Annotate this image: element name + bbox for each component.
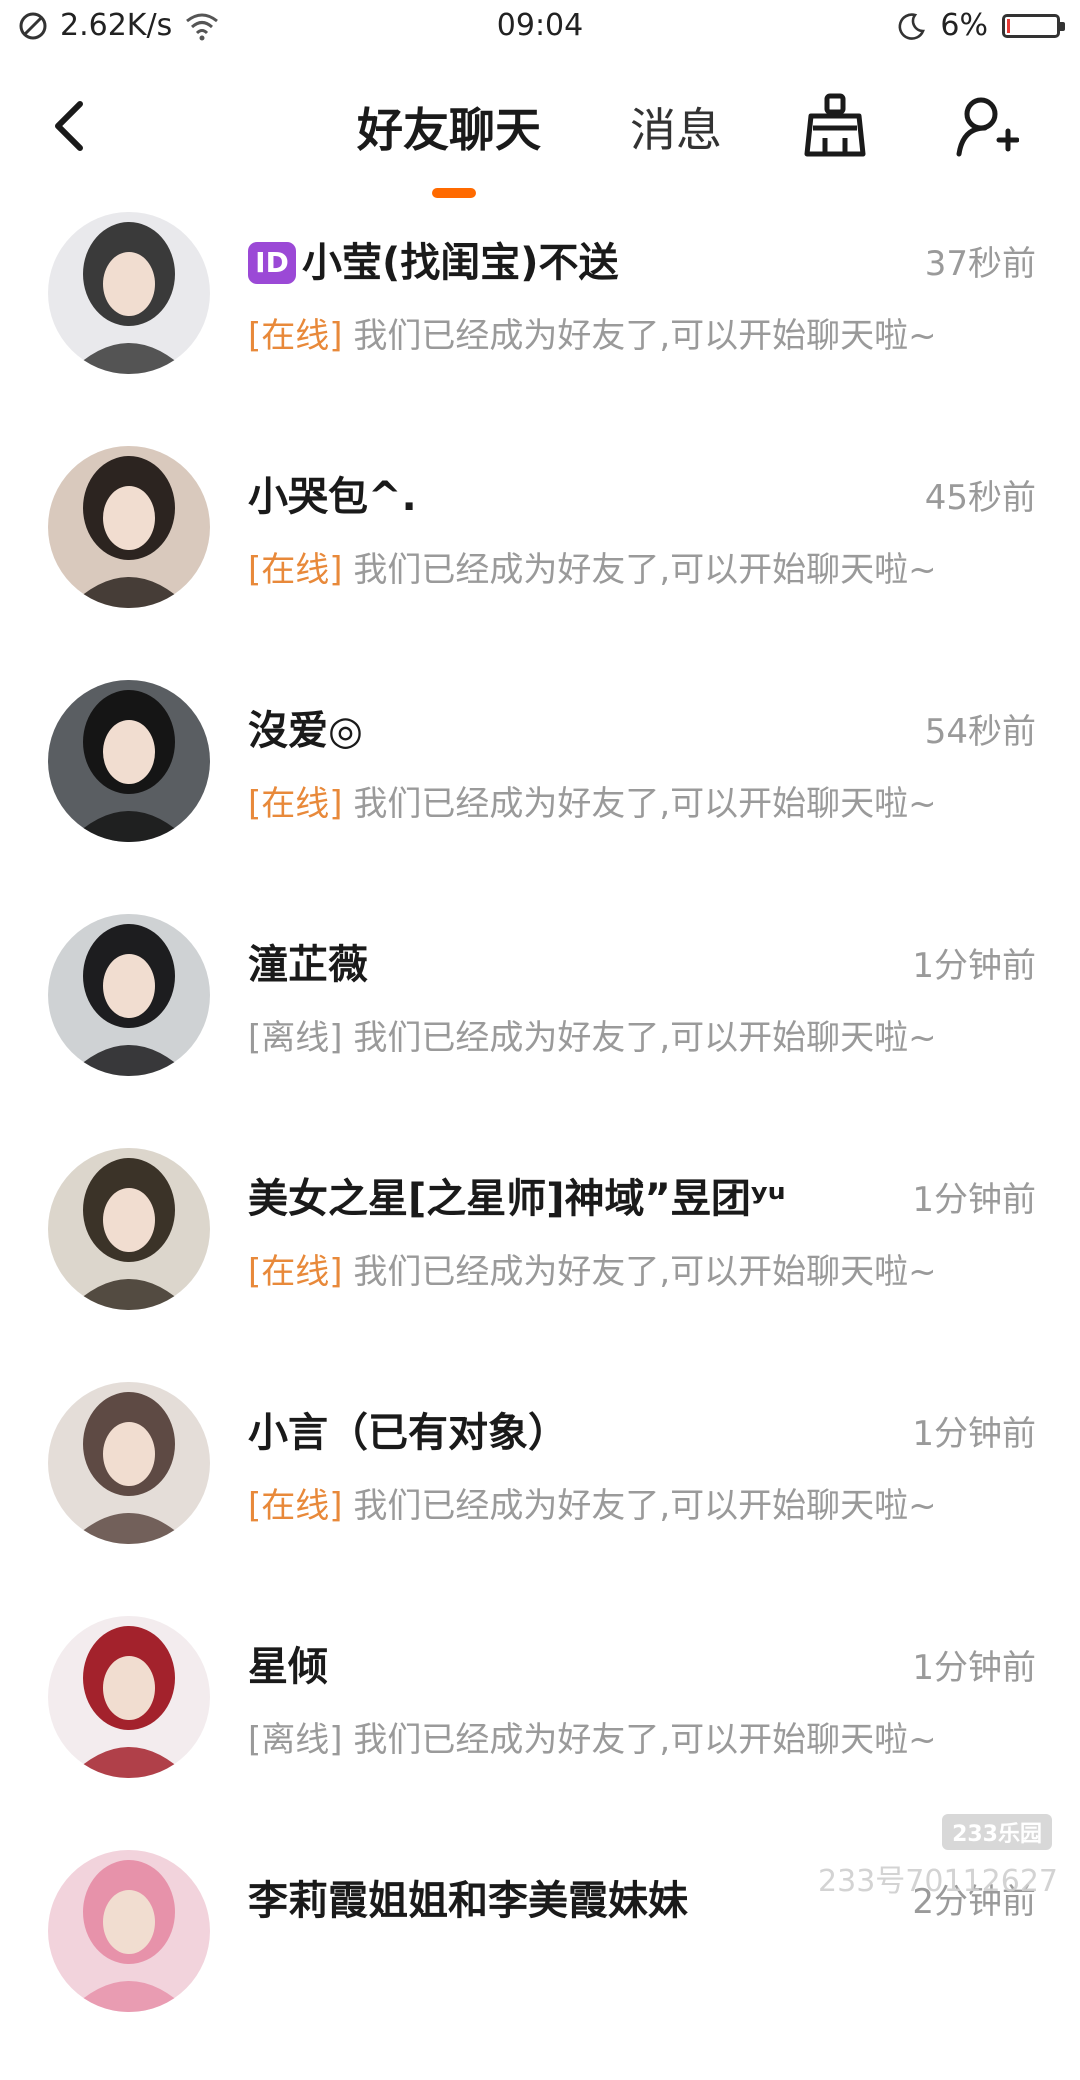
message-text: 我们已经成为好友了,可以开始聊天啦~ xyxy=(353,550,937,590)
last-message-time: 45秒前 xyxy=(924,478,1036,518)
chat-list-item[interactable]: ID 小莹(找闺宝)不送 37秒前 [在线] 我们已经成为好友了,可以开始聊天啦~ xyxy=(0,208,1080,442)
online-status: [在线] xyxy=(248,316,343,356)
message-text: 我们已经成为好友了,可以开始聊天啦~ xyxy=(353,1252,937,1292)
online-status: [在线] xyxy=(248,550,343,590)
avatar[interactable] xyxy=(48,680,210,842)
message-preview: [在线] 我们已经成为好友了,可以开始聊天啦~ xyxy=(248,542,937,591)
add-user-icon xyxy=(956,97,1020,157)
chat-list-item[interactable]: 星倾 1分钟前 [离线] 我们已经成为好友了,可以开始聊天啦~ xyxy=(0,1612,1080,1846)
avatar[interactable] xyxy=(48,1616,210,1778)
avatar[interactable] xyxy=(48,1148,210,1310)
back-button[interactable] xyxy=(46,96,92,156)
nav-bar: 好友聊天 消息 xyxy=(0,58,1080,208)
avatar[interactable] xyxy=(48,212,210,374)
contact-name-text: 李莉霞姐姐和李美霞妹妹 xyxy=(248,1878,688,1924)
contact-name: 小言（已有对象） xyxy=(248,1400,568,1458)
tab-messages[interactable]: 消息 xyxy=(630,100,722,160)
battery-icon xyxy=(1002,13,1065,38)
contact-name-text: 星倾 xyxy=(248,1644,328,1690)
message-preview: [在线] 我们已经成为好友了,可以开始聊天啦~ xyxy=(248,308,937,357)
last-message-time: 54秒前 xyxy=(924,712,1036,752)
chat-list: ID 小莹(找闺宝)不送 37秒前 [在线] 我们已经成为好友了,可以开始聊天啦~ 小哭… xyxy=(0,208,1080,2080)
last-message-time: 1分钟前 xyxy=(912,1648,1036,1688)
status-bar: 2.62K/s 09:04 6% xyxy=(0,0,1080,58)
contact-name: 李莉霞姐姐和李美霞妹妹 xyxy=(248,1868,688,1926)
contact-name: 星倾 xyxy=(248,1634,328,1692)
avatar[interactable] xyxy=(48,446,210,608)
last-message-time: 1分钟前 xyxy=(912,1414,1036,1454)
clean-button[interactable] xyxy=(803,92,867,160)
last-message-time: 1分钟前 xyxy=(912,1180,1036,1220)
message-preview: [在线] 我们已经成为好友了,可以开始聊天啦~ xyxy=(248,1244,937,1293)
battery-level xyxy=(1007,18,1010,33)
add-friend-button[interactable] xyxy=(955,94,1020,158)
last-message-time: 37秒前 xyxy=(924,244,1036,284)
contact-name: 沒爱◎ xyxy=(248,698,363,756)
online-status: [在线] xyxy=(248,784,343,824)
chat-list-item[interactable]: 小言（已有对象） 1分钟前 [在线] 我们已经成为好友了,可以开始聊天啦~ xyxy=(0,1378,1080,1612)
message-preview: [在线] 我们已经成为好友了,可以开始聊天啦~ xyxy=(248,776,937,825)
contact-name-text: 美女之星[之星师]神域”昱团ʸᵘ xyxy=(248,1176,786,1222)
message-text: 我们已经成为好友了,可以开始聊天啦~ xyxy=(353,784,937,824)
chat-list-item[interactable]: 小哭包^. 45秒前 [在线] 我们已经成为好友了,可以开始聊天啦~ xyxy=(0,442,1080,676)
online-status: [在线] xyxy=(248,1486,343,1526)
online-status: [离线] xyxy=(248,1720,343,1760)
chat-list-item[interactable]: 沒爱◎ 54秒前 [在线] 我们已经成为好友了,可以开始聊天啦~ xyxy=(0,676,1080,910)
contact-name: ID 小莹(找闺宝)不送 xyxy=(248,230,619,288)
chevron-left-icon xyxy=(55,101,83,151)
last-message-time: 1分钟前 xyxy=(912,946,1036,986)
message-text: 我们已经成为好友了,可以开始聊天啦~ xyxy=(353,316,937,356)
contact-name-text: 沒爱◎ xyxy=(248,708,363,754)
chat-list-item[interactable]: 潼芷薇 1分钟前 [离线] 我们已经成为好友了,可以开始聊天啦~ xyxy=(0,910,1080,1144)
message-text: 我们已经成为好友了,可以开始聊天啦~ xyxy=(353,1720,937,1760)
message-text: 我们已经成为好友了,可以开始聊天啦~ xyxy=(353,1486,937,1526)
avatar[interactable] xyxy=(48,1850,210,2012)
message-preview: [离线] 我们已经成为好友了,可以开始聊天啦~ xyxy=(248,1010,937,1059)
message-preview: [离线] 我们已经成为好友了,可以开始聊天啦~ xyxy=(248,1712,937,1761)
chat-list-item[interactable]: 美女之星[之星师]神域”昱团ʸᵘ 1分钟前 [在线] 我们已经成为好友了,可以开始聊… xyxy=(0,1144,1080,1378)
avatar[interactable] xyxy=(48,1382,210,1544)
contact-name: 潼芷薇 xyxy=(248,932,368,990)
id-badge-icon: ID xyxy=(248,242,296,284)
contact-name-text: 小哭包^. xyxy=(248,474,417,520)
battery-percent: 6% xyxy=(940,8,988,43)
contact-name: 小哭包^. xyxy=(248,464,417,522)
contact-name-text: 小言（已有对象） xyxy=(248,1410,568,1456)
contact-name-text: 小莹(找闺宝)不送 xyxy=(302,240,619,286)
active-tab-indicator xyxy=(432,188,476,198)
broom-icon xyxy=(804,93,866,157)
tab-friend-chat[interactable]: 好友聊天 xyxy=(357,100,541,160)
message-text: 我们已经成为好友了,可以开始聊天啦~ xyxy=(353,1018,937,1058)
moon-icon xyxy=(898,12,926,40)
watermark: 233号70112627 xyxy=(818,1864,1058,1899)
avatar[interactable] xyxy=(48,914,210,1076)
watermark-logo: 233乐园 xyxy=(942,1814,1052,1850)
status-right: 6% xyxy=(896,8,1065,43)
message-preview: [在线] 我们已经成为好友了,可以开始聊天啦~ xyxy=(248,1478,937,1527)
contact-name-text: 潼芷薇 xyxy=(248,942,368,988)
contact-name: 美女之星[之星师]神域”昱团ʸᵘ xyxy=(248,1166,786,1224)
online-status: [在线] xyxy=(248,1252,343,1292)
online-status: [离线] xyxy=(248,1018,343,1058)
